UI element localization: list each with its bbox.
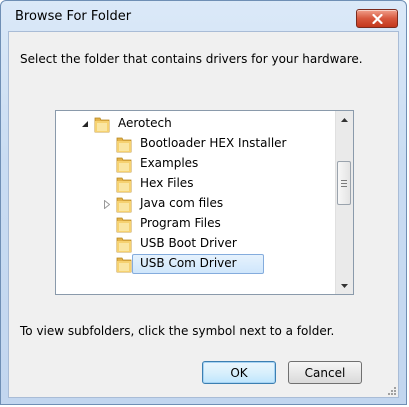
collapsed-triangle-icon[interactable] — [102, 199, 112, 209]
vertical-scrollbar[interactable] — [335, 111, 353, 294]
browse-for-folder-window: Browse For Folder Select the folder that… — [0, 0, 407, 405]
tree-item-java-com-files[interactable]: Java com files — [56, 194, 336, 214]
folder-icon — [116, 155, 132, 173]
ok-button[interactable]: OK — [202, 361, 276, 384]
close-icon — [371, 13, 383, 24]
tree-item-label: Java com files — [140, 196, 224, 210]
window-title: Browse For Folder — [15, 9, 132, 24]
tree-item-label: Program Files — [140, 216, 221, 230]
folder-icon — [116, 135, 132, 153]
tree-item-label: Aerotech — [118, 116, 172, 130]
folder-tree[interactable]: Aerotech Bootloader HEX Installer Examples… — [55, 110, 354, 295]
scroll-up-arrow-icon — [341, 117, 348, 122]
dialog-body: Select the folder that contains drivers … — [8, 31, 399, 398]
folder-icon — [116, 255, 132, 273]
scroll-grip-icon — [341, 179, 347, 187]
tree-item-program-files[interactable]: Program Files — [56, 214, 336, 234]
tree-item-hex-files[interactable]: Hex Files — [56, 174, 336, 194]
close-button[interactable] — [356, 9, 398, 28]
title-bar[interactable]: Browse For Folder — [1, 1, 406, 31]
tree-item-usb-com-driver[interactable]: USB Com Driver — [56, 254, 336, 274]
dialog-description: Select the folder that contains drivers … — [20, 52, 363, 66]
cancel-button[interactable]: Cancel — [288, 361, 362, 384]
tree-item-usb-boot-driver[interactable]: USB Boot Driver — [56, 234, 336, 254]
folder-icon — [116, 215, 132, 233]
tree-item-label: Bootloader HEX Installer — [140, 136, 287, 150]
scroll-down-arrow-icon — [341, 283, 348, 288]
folder-icon — [94, 115, 110, 133]
expanded-triangle-icon[interactable] — [80, 119, 90, 129]
tree-item-aerotech[interactable]: Aerotech — [56, 114, 336, 134]
resize-grip-icon[interactable] — [386, 385, 396, 395]
folder-icon — [116, 175, 132, 193]
tree-item-examples[interactable]: Examples — [56, 154, 336, 174]
tree-item-label: USB Com Driver — [140, 256, 237, 270]
tree-item-label: USB Boot Driver — [140, 236, 237, 250]
dialog-hint: To view subfolders, click the symbol nex… — [20, 324, 335, 338]
tree-item-bootloader-hex-installer[interactable]: Bootloader HEX Installer — [56, 134, 336, 154]
folder-icon — [116, 235, 132, 253]
tree-item-label: Examples — [140, 156, 199, 170]
scroll-down-button[interactable] — [336, 277, 353, 294]
tree-item-label: Hex Files — [140, 176, 194, 190]
folder-icon — [116, 195, 132, 213]
scroll-thumb[interactable] — [337, 161, 351, 205]
scroll-up-button[interactable] — [336, 111, 353, 128]
